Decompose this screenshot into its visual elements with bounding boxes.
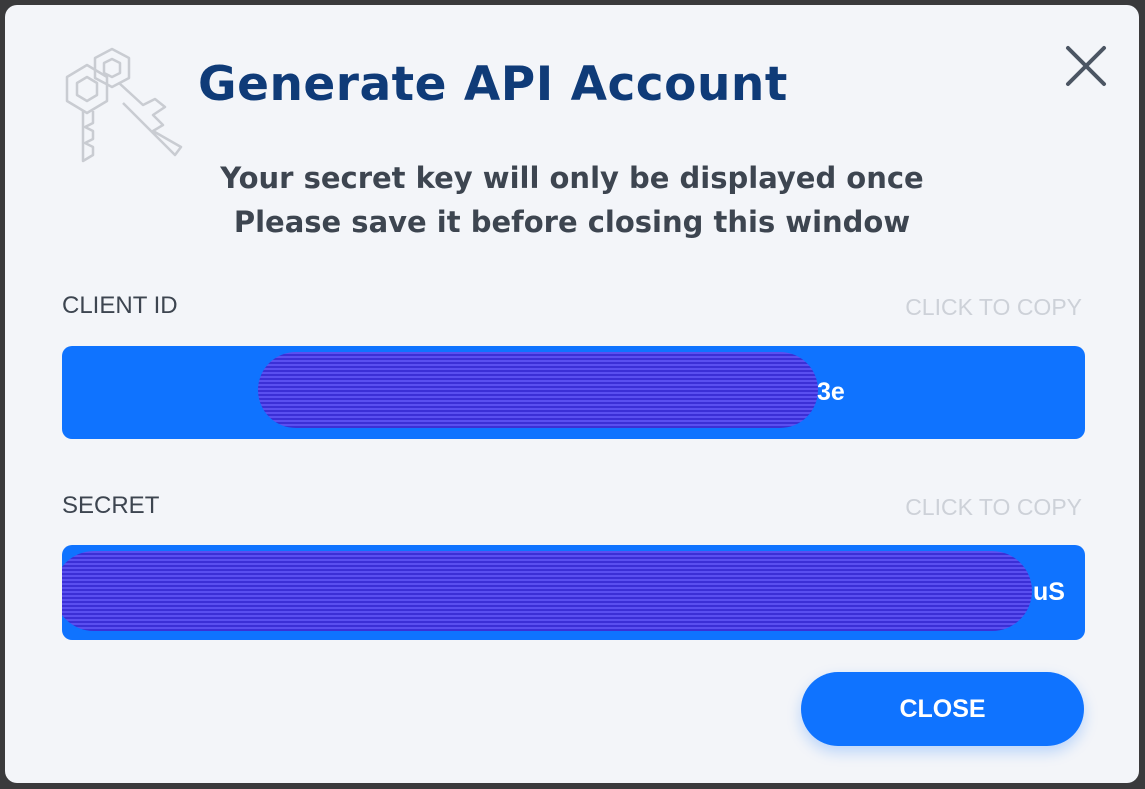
client-id-copy-link[interactable]: CLICK TO COPY: [905, 294, 1082, 321]
dialog-title: Generate API Account: [198, 57, 788, 112]
client-id-visible-suffix: 3e: [817, 378, 845, 406]
redaction-scribble: [62, 551, 1032, 631]
secret-warning-line1: Your secret key will only be displayed o…: [220, 161, 924, 195]
api-account-dialog: Generate API Account Your secret key wil…: [5, 5, 1139, 783]
close-icon[interactable]: [1063, 43, 1109, 89]
secret-visible-suffix: uS: [1033, 578, 1065, 606]
client-id-label: CLIENT ID: [62, 292, 178, 319]
close-button[interactable]: CLOSE: [801, 672, 1084, 746]
redaction-scribble: [258, 352, 818, 428]
secret-warning-line2: Please save it before closing this windo…: [233, 205, 911, 239]
client-id-field[interactable]: 3e: [62, 346, 1085, 439]
secret-field[interactable]: uS: [62, 545, 1085, 640]
secret-copy-link[interactable]: CLICK TO COPY: [905, 494, 1082, 521]
secret-label: SECRET: [62, 492, 160, 519]
keys-icon: [65, 47, 183, 163]
